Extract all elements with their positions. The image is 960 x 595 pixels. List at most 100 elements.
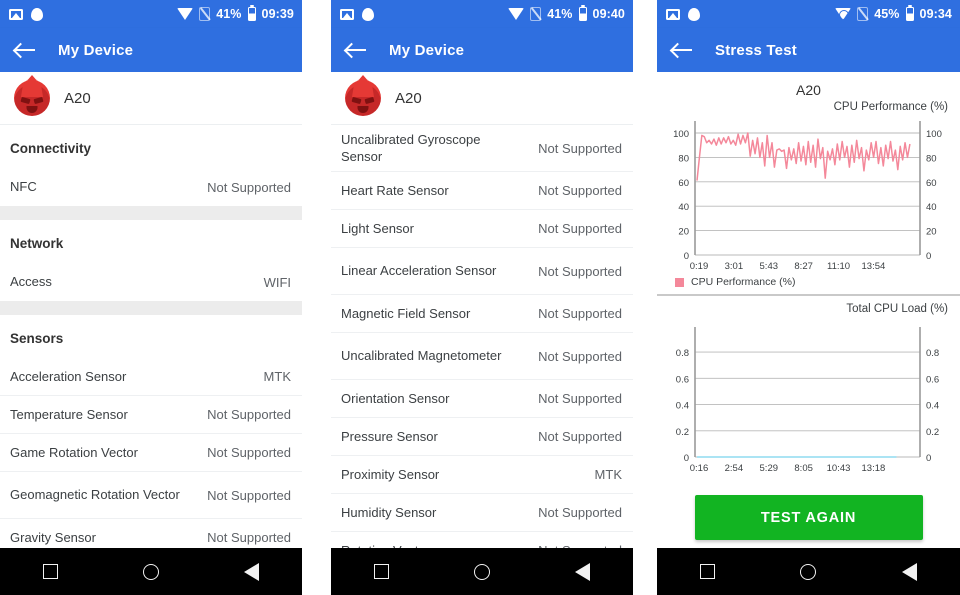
row-value: Not Supported [538, 221, 622, 236]
image-icon [666, 8, 680, 20]
section-divider [0, 301, 302, 315]
cpu-performance-svg: 0 0 20 20 40 40 60 60 80 80 100 100 0:19 3:01 5:43 8:27… [673, 121, 942, 272]
list-item[interactable]: Acceleration Sensor MTK [0, 358, 302, 396]
back-arrow-icon[interactable] [345, 39, 367, 61]
panel-device-info-sensors: 41% 09:40 My Device A20 Uncalibrated Gyr… [331, 0, 633, 595]
svg-text:11:10: 11:10 [827, 261, 850, 272]
row-value: Not Supported [538, 348, 622, 364]
navigation-bar [331, 548, 633, 595]
device-header: A20 [0, 72, 302, 125]
row-value: Not Supported [538, 306, 622, 321]
blob-icon [688, 7, 700, 21]
chart-legend: CPU Performance (%) [657, 274, 960, 288]
recents-square-icon[interactable] [699, 564, 715, 579]
svg-text:60: 60 [926, 178, 937, 189]
row-value: MTK [263, 369, 291, 384]
recents-square-icon[interactable] [373, 564, 389, 579]
list-item[interactable]: Access WIFI [0, 263, 302, 301]
list-item[interactable]: Pressure Sensor Not Supported [331, 418, 633, 456]
cpu-performance-chart: CPU Performance (%) 0 0 20 20 40 40 60 60 80 80 10… [657, 101, 960, 288]
svg-text:0: 0 [684, 453, 689, 464]
list-item[interactable]: Uncalibrated Gyroscope Sensor Not Suppor… [331, 125, 633, 172]
total-cpu-load-svg: 0 0 0.2 0.2 0.4 0.4 0.6 0.6 0.8 0.8 0:16 2:54 5:29 8:… [676, 327, 939, 474]
svg-text:0.2: 0.2 [676, 427, 689, 438]
section-title-connectivity: Connectivity [10, 141, 92, 156]
list-item[interactable]: Heart Rate Sensor Not Supported [331, 172, 633, 210]
back-triangle-icon[interactable] [902, 562, 918, 581]
sim-off-icon [199, 7, 211, 21]
page-title: My Device [58, 41, 134, 59]
svg-text:0.6: 0.6 [676, 374, 689, 385]
sim-off-icon [857, 7, 869, 21]
battery-icon [578, 4, 587, 21]
row-label: Access [10, 274, 52, 290]
list-item[interactable]: Uncalibrated Magnetometer Not Supported [331, 333, 633, 380]
row-label: Geomagnetic Rotation Vector [10, 487, 180, 503]
list-item[interactable]: NFC Not Supported [0, 168, 302, 206]
svg-text:100: 100 [926, 129, 942, 140]
list-item[interactable]: Game Rotation Vector Not Supported [0, 434, 302, 472]
sim-off-icon [530, 7, 542, 21]
wifi-icon [508, 8, 525, 20]
back-triangle-icon[interactable] [575, 562, 591, 581]
page-title: Stress Test [715, 41, 797, 59]
svg-text:8:27: 8:27 [794, 261, 813, 272]
list-item[interactable]: Geomagnetic Rotation Vector Not Supporte… [0, 472, 302, 519]
home-circle-icon[interactable] [142, 563, 159, 580]
list-item[interactable]: Light Sensor Not Supported [331, 210, 633, 248]
svg-text:60: 60 [678, 178, 689, 189]
status-bar: 45% 09:34 [657, 0, 960, 28]
legend-label: CPU Performance (%) [691, 276, 796, 288]
svg-text:100: 100 [673, 129, 689, 140]
test-again-button[interactable]: TEST AGAIN [694, 495, 923, 540]
recents-square-icon[interactable] [42, 564, 58, 579]
svg-text:40: 40 [926, 202, 937, 213]
list-item[interactable]: Magnetic Field Sensor Not Supported [331, 295, 633, 333]
list-item[interactable]: Humidity Sensor Not Supported [331, 494, 633, 532]
svg-text:0.4: 0.4 [926, 401, 939, 412]
svg-text:0: 0 [684, 251, 689, 262]
row-value: MTK [594, 467, 622, 482]
row-label: Magnetic Field Sensor [341, 305, 471, 321]
home-circle-icon[interactable] [473, 563, 490, 580]
row-label: Pressure Sensor [341, 428, 438, 444]
battery-percent: 45% [874, 7, 900, 21]
row-value: Not Supported [538, 140, 622, 156]
home-circle-icon[interactable] [800, 563, 817, 580]
list-item[interactable]: Temperature Sensor Not Supported [0, 396, 302, 434]
svg-text:0.8: 0.8 [676, 348, 689, 359]
list-item[interactable]: Linear Acceleration Sensor Not Supported [331, 248, 633, 295]
svg-text:3:01: 3:01 [725, 261, 744, 272]
row-value: WIFI [263, 274, 291, 290]
back-arrow-icon[interactable] [671, 39, 693, 61]
legend-swatch-icon [675, 277, 684, 287]
clock: 09:34 [919, 7, 952, 21]
svg-text:2:54: 2:54 [725, 463, 744, 474]
app-bar: Stress Test [657, 28, 960, 72]
row-label: Uncalibrated Magnetometer [341, 348, 502, 364]
row-label: Heart Rate Sensor [341, 182, 449, 198]
row-label: Temperature Sensor [10, 406, 128, 422]
battery-icon [905, 4, 914, 21]
svg-text:80: 80 [926, 153, 937, 164]
chart-plot-area: 0 0 0.2 0.2 0.4 0.4 0.6 0.6 0.8 0.8 0:16 2:54 5:29 8:… [657, 321, 960, 481]
antutu-logo-icon [14, 75, 50, 116]
row-value: Not Supported [538, 391, 622, 406]
row-label: Light Sensor [341, 220, 414, 236]
row-label: NFC [10, 179, 37, 195]
status-bar: 41% 09:40 [331, 0, 633, 28]
svg-text:0.8: 0.8 [926, 348, 939, 359]
back-triangle-icon[interactable] [244, 562, 260, 581]
list-item[interactable]: Proximity Sensor MTK [331, 456, 633, 494]
image-icon [9, 8, 23, 20]
back-arrow-icon[interactable] [14, 39, 36, 61]
list-item[interactable]: Orientation Sensor Not Supported [331, 380, 633, 418]
blob-icon [362, 7, 374, 21]
svg-text:0:19: 0:19 [690, 261, 709, 272]
blob-icon [31, 7, 43, 21]
device-title: A20 [796, 82, 821, 98]
device-name: A20 [395, 89, 422, 107]
svg-text:0.6: 0.6 [926, 374, 939, 385]
svg-text:13:54: 13:54 [862, 261, 886, 272]
svg-text:0.4: 0.4 [676, 401, 689, 412]
